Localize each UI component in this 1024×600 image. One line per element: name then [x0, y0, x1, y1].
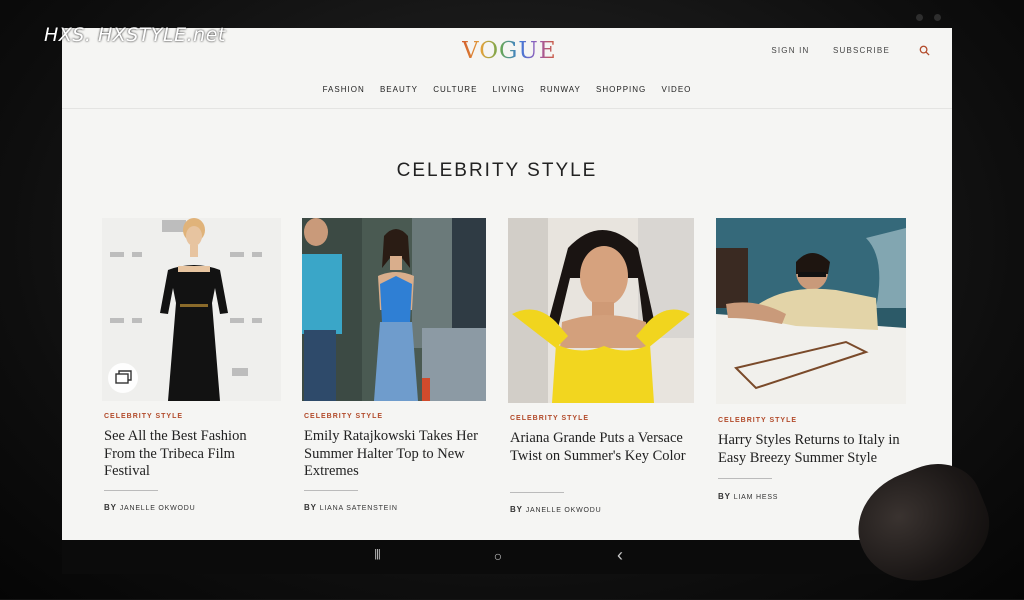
tablet-sensor-dot	[934, 14, 941, 21]
article-headline[interactable]: See All the Best Fashion From the Tribec…	[104, 428, 274, 481]
byline-prefix: BY	[718, 492, 731, 501]
article-photo[interactable]	[716, 218, 906, 404]
article-byline: BY LIANA SATENSTEIN	[304, 503, 398, 512]
section-title: CELEBRITY STYLE	[396, 160, 598, 181]
article-headline[interactable]: Ariana Grande Puts a Versace Twist on Su…	[510, 430, 696, 465]
article-headline[interactable]: Harry Styles Returns to Italy in Easy Br…	[718, 432, 913, 467]
account-links: SIGN IN SUBSCRIBE	[751, 46, 890, 55]
nav-item-fashion[interactable]: FASHION	[323, 85, 365, 94]
divider	[510, 492, 564, 493]
home-button[interactable]: ○	[488, 548, 508, 566]
vogue-logo[interactable]: VOGUE	[462, 38, 557, 64]
author-name[interactable]: JANELLE OKWODU	[120, 505, 196, 512]
article-photo[interactable]	[102, 218, 281, 401]
article-headline[interactable]: Emily Ratajkowski Takes Her Summer Halte…	[304, 428, 484, 481]
tablet-sensor-dot	[916, 14, 923, 21]
article-byline: BY LIAM HESS	[718, 492, 778, 501]
article-photo[interactable]	[508, 218, 694, 403]
author-name[interactable]: LIAM HESS	[734, 494, 779, 501]
byline-prefix: BY	[304, 503, 317, 512]
article-photo[interactable]	[302, 218, 486, 401]
browser-screen: VOGUE SIGN IN SUBSCRIBE FASHION BEAUTY C…	[62, 28, 952, 540]
divider	[304, 490, 358, 491]
nav-item-living[interactable]: LIVING	[493, 85, 525, 94]
photo-watermark: HXS. HXSTYLE.net	[44, 24, 226, 46]
recents-button[interactable]: |||	[367, 548, 387, 566]
subscribe-link[interactable]: SUBSCRIBE	[833, 46, 890, 55]
article-rubric[interactable]: CELEBRITY STYLE	[304, 413, 383, 420]
divider	[718, 478, 772, 479]
search-icon[interactable]	[919, 45, 930, 56]
author-name[interactable]: JANELLE OKWODU	[526, 507, 602, 514]
nav-item-runway[interactable]: RUNWAY	[540, 85, 581, 94]
nav-item-beauty[interactable]: BEAUTY	[380, 85, 418, 94]
article-rubric[interactable]: CELEBRITY STYLE	[104, 413, 183, 420]
nav-item-culture[interactable]: CULTURE	[433, 85, 477, 94]
main-nav: FASHION BEAUTY CULTURE LIVING RUNWAY SHO…	[62, 80, 952, 109]
article-byline: BY JANELLE OKWODU	[104, 503, 196, 512]
byline-prefix: BY	[104, 503, 117, 512]
gallery-icon[interactable]	[108, 363, 138, 393]
divider	[104, 490, 158, 491]
sign-in-link[interactable]: SIGN IN	[771, 46, 809, 55]
nav-item-video[interactable]: VIDEO	[661, 85, 691, 94]
author-name[interactable]: LIANA SATENSTEIN	[320, 505, 398, 512]
back-button[interactable]: ‹	[610, 545, 630, 565]
android-nav-bar: ||| ○ ‹	[62, 540, 952, 574]
yellow-dress-selfie-photo	[508, 218, 694, 403]
article-rubric[interactable]: CELEBRITY STYLE	[718, 417, 797, 424]
street-style-photo	[302, 218, 486, 401]
byline-prefix: BY	[510, 505, 523, 514]
nav-item-shopping[interactable]: SHOPPING	[596, 85, 646, 94]
boat-deck-photo	[716, 218, 906, 404]
article-rubric[interactable]: CELEBRITY STYLE	[510, 415, 589, 422]
article-byline: BY JANELLE OKWODU	[510, 505, 602, 514]
